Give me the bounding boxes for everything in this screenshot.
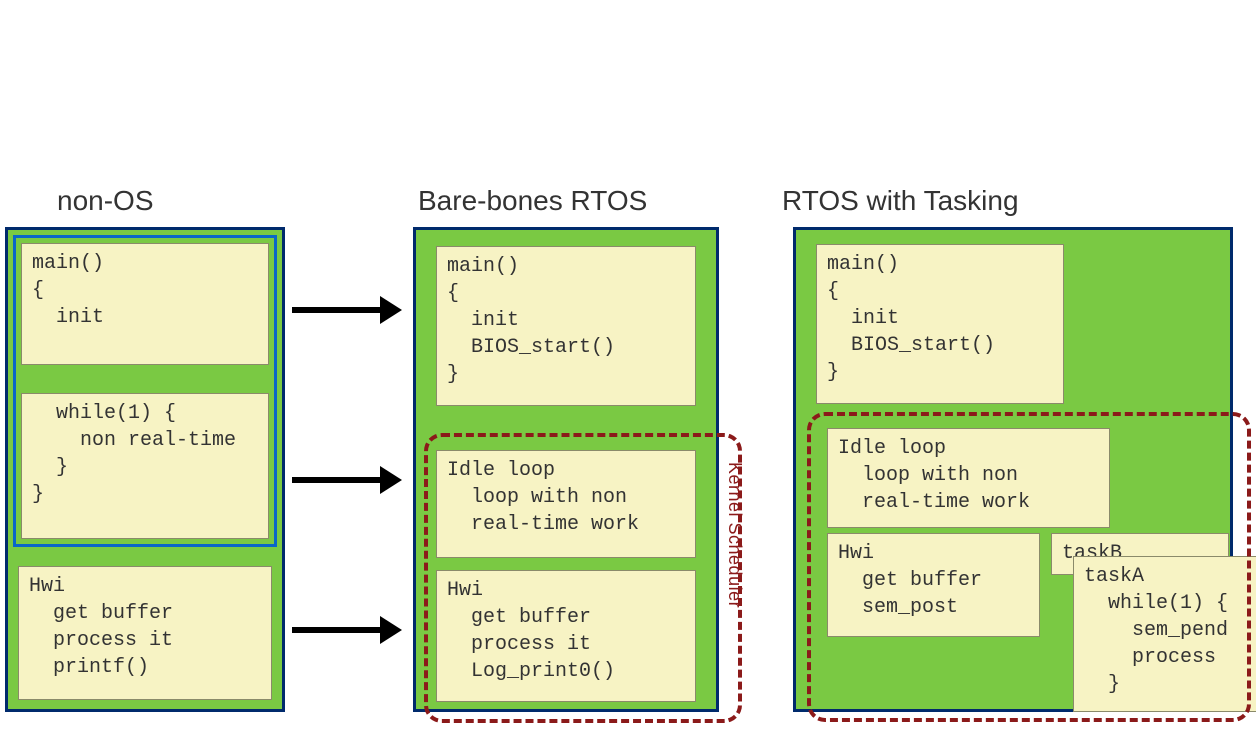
nonos-blue-wrap: main() { init while(1) { non real-time }…	[13, 235, 277, 547]
code-tasking-hwi: Hwi get buffer sem_post	[827, 533, 1040, 637]
kernel-label-bare: Kernel Scheduler	[724, 462, 745, 608]
panel-nonos: main() { init while(1) { non real-time }…	[5, 227, 285, 712]
title-tasking: RTOS with Tasking	[782, 185, 1019, 217]
code-tasking-main: main() { init BIOS_start() }	[816, 244, 1064, 404]
panel-tasking: main() { init BIOS_start() } Idle loop l…	[793, 227, 1233, 712]
panel-bare: main() { init BIOS_start() } Idle loop l…	[413, 227, 719, 712]
diagram-root: non-OS Bare-bones RTOS RTOS with Tasking…	[0, 0, 1256, 756]
title-nonos: non-OS	[57, 185, 154, 217]
code-nonos-while: while(1) { non real-time } }	[21, 393, 269, 539]
title-bare: Bare-bones RTOS	[418, 185, 647, 217]
code-bare-main: main() { init BIOS_start() }	[436, 246, 696, 406]
code-bare-hwi: Hwi get buffer process it Log_print0()	[436, 570, 696, 702]
code-nonos-main: main() { init	[21, 243, 269, 365]
code-nonos-hwi: Hwi get buffer process it printf()	[18, 566, 272, 700]
code-bare-idle: Idle loop loop with non real-time work	[436, 450, 696, 558]
code-tasking-idle: Idle loop loop with non real-time work	[827, 428, 1110, 528]
code-tasking-taskA: taskA while(1) { sem_pend process }	[1073, 556, 1256, 712]
